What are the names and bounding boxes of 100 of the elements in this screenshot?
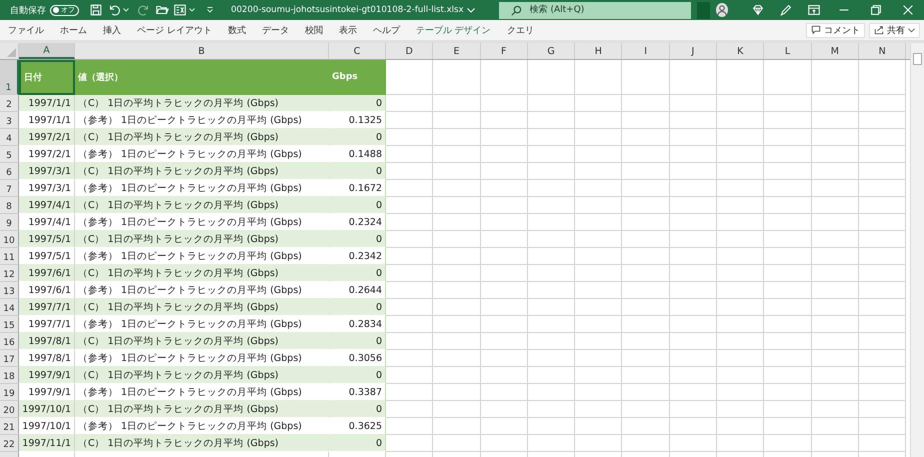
window-icon[interactable] [807, 3, 821, 17]
row-header[interactable]: 21 [0, 418, 19, 435]
empty-cell[interactable] [812, 248, 859, 265]
empty-cell[interactable] [575, 112, 622, 129]
empty-cell[interactable] [764, 214, 812, 231]
row-header[interactable]: 9 [0, 214, 19, 231]
empty-cell[interactable] [480, 316, 528, 333]
empty-cell[interactable] [433, 129, 481, 146]
empty-cell[interactable] [528, 384, 576, 401]
empty-cell[interactable] [622, 214, 670, 231]
share-button[interactable]: 共有 [869, 22, 920, 38]
empty-cell[interactable] [622, 129, 670, 146]
empty-cell[interactable] [622, 112, 670, 129]
empty-cell[interactable] [670, 248, 718, 265]
ribbon-tab[interactable]: ホーム [60, 24, 87, 36]
empty-cell[interactable] [480, 367, 528, 384]
empty-cell[interactable] [575, 384, 622, 401]
empty-cell[interactable] [717, 180, 764, 197]
empty-cell[interactable] [858, 197, 906, 214]
search-field[interactable]: 検索 (Alt+Q) [498, 2, 691, 18]
empty-cell[interactable] [858, 265, 906, 282]
empty-cell[interactable] [764, 418, 812, 435]
empty-cell[interactable] [812, 180, 859, 197]
empty-cell[interactable] [764, 95, 812, 112]
empty-cell[interactable] [764, 282, 812, 299]
empty-cell[interactable] [717, 231, 764, 248]
empty-cell[interactable] [812, 435, 859, 452]
empty-cell[interactable] [717, 129, 764, 146]
empty-cell[interactable] [622, 367, 670, 384]
empty-cell[interactable] [528, 60, 576, 95]
empty-cell[interactable] [622, 95, 670, 112]
empty-cell[interactable] [717, 350, 764, 367]
empty-cell[interactable] [858, 214, 906, 231]
ribbon-tab[interactable]: ページ レイアウト [137, 24, 212, 36]
empty-cell[interactable] [717, 384, 764, 401]
empty-cell[interactable] [717, 95, 764, 112]
empty-cell[interactable] [812, 367, 859, 384]
empty-cell[interactable] [764, 401, 812, 418]
empty-cell[interactable] [764, 146, 812, 163]
column-header[interactable]: N [858, 43, 906, 59]
empty-cell[interactable] [433, 60, 481, 95]
empty-cell[interactable] [858, 282, 906, 299]
empty-cell[interactable] [622, 60, 670, 95]
empty-cell[interactable] [717, 282, 764, 299]
empty-cell[interactable] [480, 146, 528, 163]
empty-cell[interactable] [670, 214, 718, 231]
empty-cell[interactable] [764, 265, 812, 282]
empty-cell[interactable] [670, 282, 718, 299]
row-header[interactable]: 19 [0, 384, 19, 401]
empty-cell[interactable] [433, 146, 481, 163]
empty-cell[interactable] [528, 248, 576, 265]
ribbon-tab[interactable]: データ [262, 24, 289, 36]
row-header[interactable]: 15 [0, 316, 19, 333]
ribbon-tab[interactable]: ファイル [8, 24, 44, 36]
empty-cell[interactable] [670, 316, 718, 333]
empty-cell[interactable] [812, 163, 859, 180]
comment-button[interactable]: コメント [806, 22, 865, 38]
empty-cell[interactable] [622, 299, 670, 316]
empty-cell[interactable] [528, 231, 576, 248]
empty-cell[interactable] [480, 350, 528, 367]
empty-cell[interactable] [480, 180, 528, 197]
row-header[interactable]: 6 [0, 163, 19, 180]
empty-cell[interactable] [670, 60, 718, 95]
empty-cell[interactable] [575, 129, 622, 146]
empty-cell[interactable] [622, 384, 670, 401]
empty-cell[interactable] [717, 197, 764, 214]
empty-cell[interactable] [575, 401, 622, 418]
empty-cell[interactable] [622, 248, 670, 265]
empty-cell[interactable] [622, 316, 670, 333]
empty-cell[interactable] [622, 282, 670, 299]
empty-cell[interactable] [480, 163, 528, 180]
empty-cell[interactable] [764, 231, 812, 248]
empty-cell[interactable] [858, 95, 906, 112]
row-header[interactable]: 22 [0, 435, 19, 452]
empty-cell[interactable] [764, 367, 812, 384]
row-header[interactable]: 18 [0, 367, 19, 384]
empty-cell[interactable] [433, 367, 481, 384]
ribbon-tab[interactable]: クエリ [506, 24, 534, 36]
empty-cell[interactable] [812, 401, 859, 418]
column-header[interactable]: C [329, 43, 386, 59]
empty-cell[interactable] [622, 146, 670, 163]
empty-cell[interactable] [812, 95, 859, 112]
diamond-icon[interactable] [751, 3, 765, 17]
empty-cell[interactable] [575, 265, 622, 282]
row-header[interactable] [0, 452, 19, 457]
empty-cell[interactable] [812, 214, 859, 231]
close-icon[interactable] [901, 3, 915, 17]
empty-cell[interactable] [812, 112, 859, 129]
empty-cell[interactable] [480, 60, 528, 95]
row-header[interactable]: 1 [0, 60, 19, 95]
empty-cell[interactable] [575, 146, 622, 163]
empty-cell[interactable] [858, 248, 906, 265]
empty-cell[interactable] [480, 333, 528, 350]
empty-cell[interactable] [528, 180, 576, 197]
empty-cell[interactable] [575, 95, 622, 112]
empty-cell[interactable] [528, 95, 576, 112]
column-header[interactable]: L [764, 43, 812, 59]
empty-cell[interactable] [480, 214, 528, 231]
empty-cell[interactable] [858, 435, 906, 452]
row-header[interactable]: 14 [0, 299, 19, 316]
